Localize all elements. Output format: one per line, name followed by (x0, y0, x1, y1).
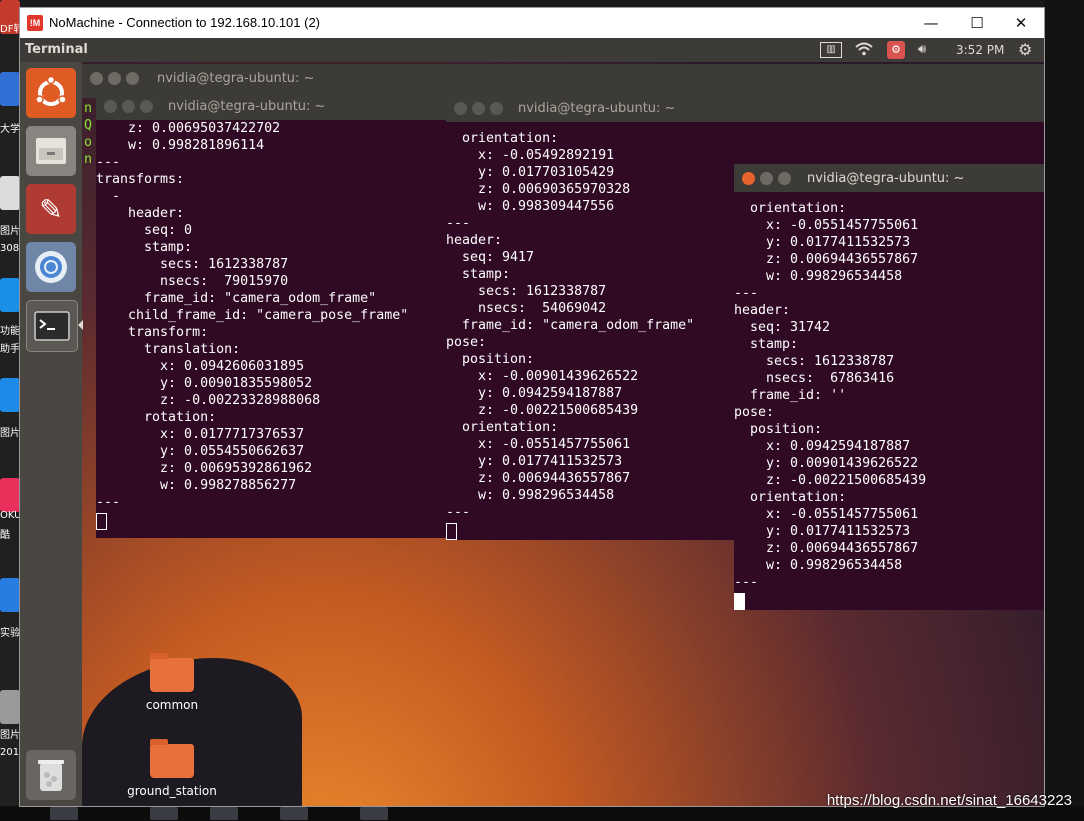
host-app-tile[interactable] (0, 578, 20, 612)
terminal-output-text: orientation: x: -0.0551457755061 y: 0.01… (734, 201, 927, 590)
host-label: 助手 (0, 344, 20, 355)
host-label: 图片 (0, 428, 20, 439)
host-label: DF转 (0, 24, 20, 35)
maximize-icon[interactable] (490, 102, 503, 115)
close-icon[interactable] (104, 100, 117, 113)
terminal-output[interactable]: z: 0.00695037422702 w: 0.998281896114 --… (96, 120, 480, 538)
terminal-window-back[interactable]: nvidia@tegra-ubuntu: ~ (82, 64, 1044, 98)
terminal-window-3[interactable]: nvidia@tegra-ubuntu: ~ orientation: x: -… (734, 164, 1044, 610)
host-label: 功能 (0, 326, 20, 337)
files-icon[interactable] (26, 126, 76, 176)
nomachine-window: !M NoMachine - Connection to 192.168.10.… (20, 8, 1044, 806)
terminal-cursor (446, 523, 457, 540)
nomachine-titlebar[interactable]: !M NoMachine - Connection to 192.168.10.… (20, 8, 1044, 38)
settings-icon[interactable]: ✎ (26, 184, 76, 234)
host-taskbar-item[interactable] (210, 807, 238, 820)
host-label: 实验 (0, 628, 20, 639)
close-icon[interactable] (454, 102, 467, 115)
host-app-tile[interactable] (0, 690, 20, 724)
minimize-icon[interactable] (472, 102, 485, 115)
watermark-text: https://blog.csdn.net/sinat_16643223 (826, 792, 1072, 809)
nomachine-logo: !M (27, 15, 43, 31)
unity-launcher: ✎ (20, 62, 83, 806)
terminal-titlebar[interactable]: nvidia@tegra-ubuntu: ~ (734, 164, 1044, 192)
minimize-icon[interactable] (108, 72, 121, 85)
host-label: OKU (0, 510, 20, 521)
terminal-cursor (96, 513, 107, 530)
host-app-tile[interactable] (0, 72, 20, 106)
terminal-titlebar[interactable]: nvidia@tegra-ubuntu: ~ (446, 96, 1044, 122)
clock[interactable]: 3:52 PM (956, 41, 1004, 59)
remote-desktop[interactable]: Terminal ▥ ⚙ 🔊︎ 3:52 PM ⚙ ✎ common groun… (20, 38, 1044, 806)
host-desktop-strip: DF转 大学 图片 308 功能 助手 图片 OKU 酷 实验 图片 201 (0, 0, 20, 821)
update-icon[interactable]: ⚙ (887, 41, 905, 59)
host-label: 308 (0, 243, 20, 254)
terminal-title: nvidia@tegra-ubuntu: ~ (168, 99, 326, 114)
folder-icon (150, 653, 194, 692)
terminal-window-1[interactable]: nvidia@tegra-ubuntu: ~ z: 0.006950374227… (96, 94, 480, 538)
host-label: 图片 (0, 730, 20, 741)
host-taskbar-item[interactable] (50, 807, 78, 820)
gear-icon[interactable]: ⚙ (1018, 41, 1032, 59)
host-label: 201 (0, 747, 20, 758)
host-label: 大学 (0, 124, 20, 135)
terminal-title: nvidia@tegra-ubuntu: ~ (518, 101, 676, 116)
maximize-icon[interactable] (126, 72, 139, 85)
host-taskbar-item[interactable] (360, 807, 388, 820)
back-terminal-text: n Q o n (84, 101, 93, 167)
desktop-icon-label: ground_station (127, 784, 217, 798)
desktop-icon-label: common (145, 698, 199, 712)
close-icon[interactable]: ✕ (998, 8, 1044, 38)
minimize-icon[interactable] (122, 100, 135, 113)
terminal-cursor (734, 593, 745, 610)
trash-icon[interactable] (26, 750, 76, 800)
terminal-icon[interactable] (26, 300, 78, 352)
ubuntu-logo-icon[interactable] (26, 68, 76, 118)
terminal-output[interactable]: orientation: x: -0.0551457755061 y: 0.01… (734, 200, 1044, 610)
ubuntu-top-panel: Terminal ▥ ⚙ 🔊︎ 3:52 PM ⚙ (20, 38, 1044, 62)
host-app-tile[interactable] (0, 176, 20, 210)
terminal-title: nvidia@tegra-ubuntu: ~ (807, 171, 965, 186)
window-title: NoMachine - Connection to 192.168.10.101… (49, 15, 321, 30)
host-right-background (1044, 0, 1084, 806)
desktop-folder-common[interactable]: common (122, 653, 222, 712)
host-taskbar-item[interactable] (280, 807, 308, 820)
desktop-folder-ground-station[interactable]: ground_station (122, 739, 222, 798)
close-icon[interactable] (90, 72, 103, 85)
close-icon[interactable] (742, 172, 755, 185)
maximize-icon[interactable] (140, 100, 153, 113)
terminal-output-text: z: 0.00695037422702 w: 0.998281896114 --… (96, 121, 409, 510)
maximize-icon[interactable] (778, 172, 791, 185)
launcher-active-indicator (78, 320, 83, 330)
keyboard-icon[interactable]: ▥ (820, 42, 842, 58)
host-app-tile[interactable] (0, 478, 20, 512)
active-app-title: Terminal (25, 42, 88, 57)
minimize-icon[interactable]: — (908, 8, 954, 38)
host-label: 图片 (0, 226, 20, 237)
host-app-tile[interactable] (0, 278, 20, 312)
minimize-icon[interactable] (760, 172, 773, 185)
folder-icon (150, 739, 194, 778)
chromium-icon[interactable] (26, 242, 76, 292)
wifi-icon[interactable] (854, 41, 874, 59)
host-label: 酷 (0, 530, 10, 541)
terminal-titlebar[interactable]: nvidia@tegra-ubuntu: ~ (96, 94, 480, 120)
host-app-tile[interactable] (0, 378, 20, 412)
volume-icon[interactable]: 🔊︎ (918, 41, 926, 59)
terminal-title: nvidia@tegra-ubuntu: ~ (157, 71, 315, 86)
host-taskbar-item[interactable] (150, 807, 178, 820)
maximize-icon[interactable]: ☐ (954, 8, 1000, 38)
